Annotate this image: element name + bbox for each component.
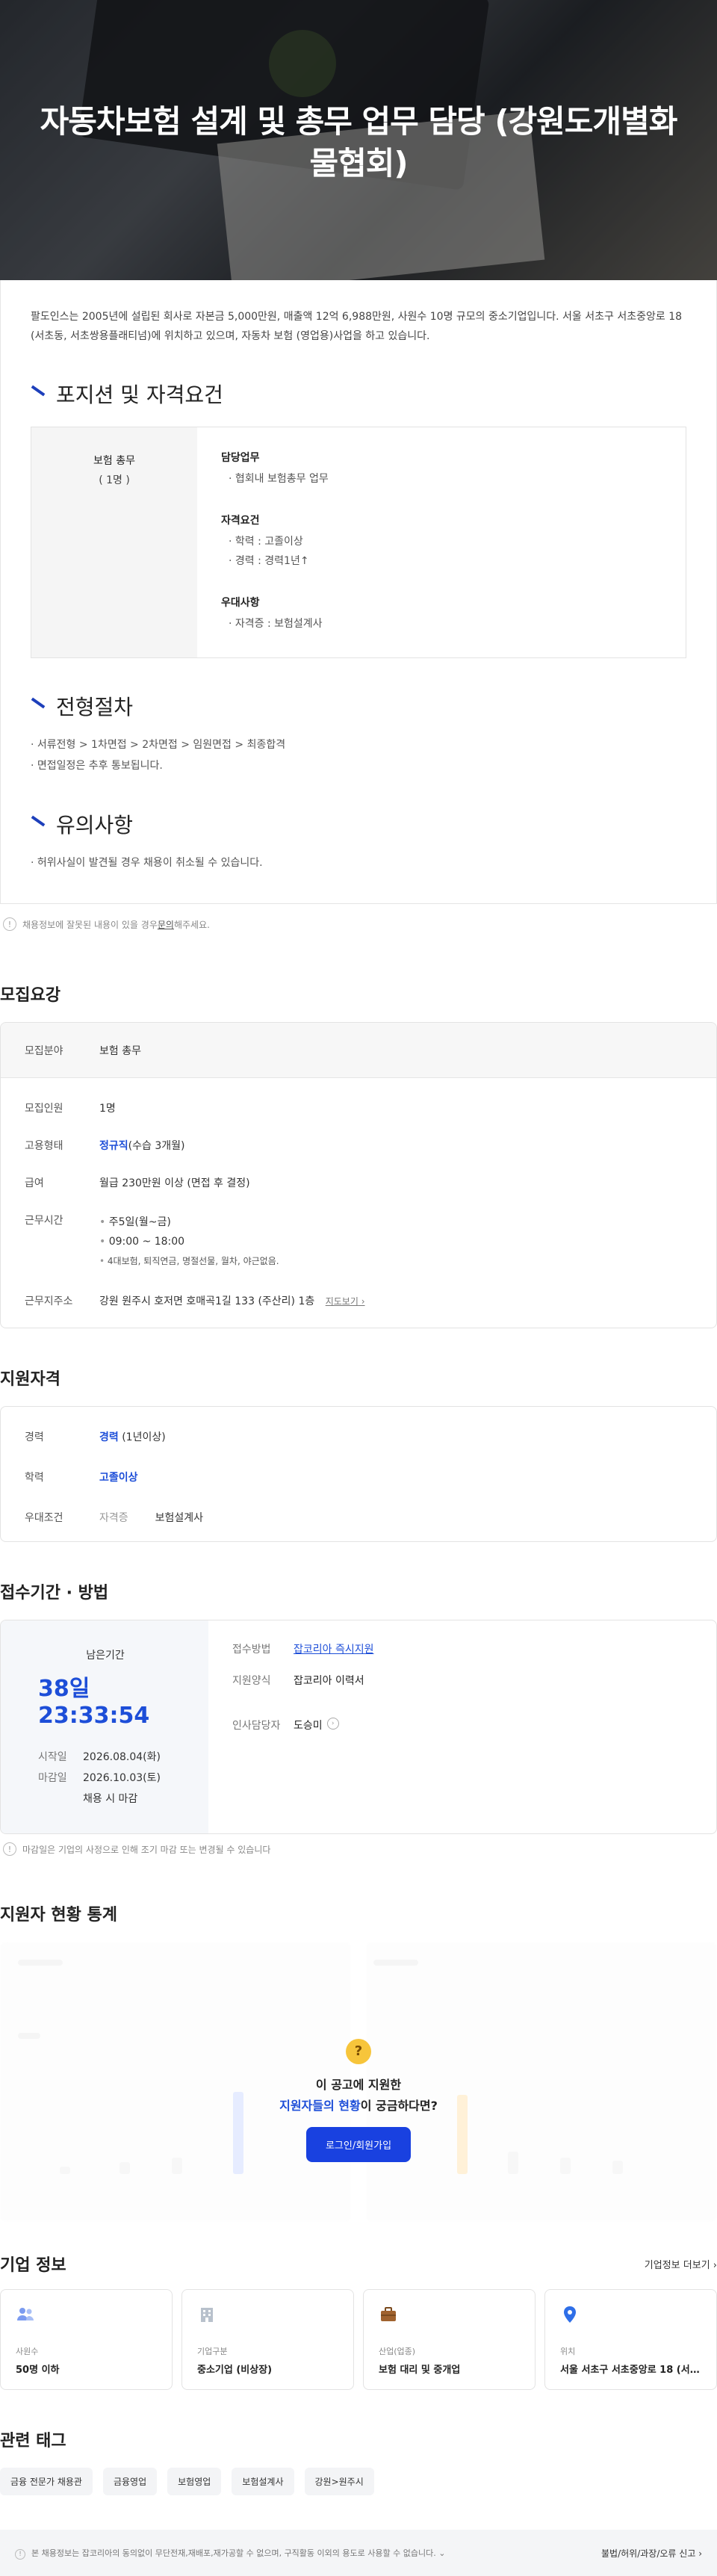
title-mark-icon — [31, 697, 46, 709]
company-cards: 사원수 50명 이하 기업구분 중소기업 (비상장) 산업(업종) 보험 대리 … — [0, 2289, 717, 2390]
list-item: 학력 : 고졸이상 — [221, 532, 662, 551]
list-item: 주5일(월~금) — [99, 1213, 279, 1232]
position-count: ( 1명 ) — [99, 474, 130, 486]
company-more-link[interactable]: 기업정보 더보기 › — [645, 2257, 717, 2271]
briefcase-icon — [381, 2307, 396, 2321]
qualification-title: 지원자격 — [0, 1370, 60, 1389]
people-icon — [17, 2308, 34, 2320]
info-icon: ! — [15, 2548, 25, 2560]
list-item: 면접일정은 추후 통보됩니다. — [31, 755, 686, 776]
employment-type-row: 고용형태 정규직(수습 3개월) — [25, 1140, 185, 1152]
position-table: 보험 총무 ( 1명 ) 담당업무 협회내 보험총무 업무 자격요건 학력 : … — [31, 427, 686, 658]
qualification-box: 경력 경력 (1년이상) 학력 고졸이상 우대조건 자격증 보험설계사 — [0, 1406, 717, 1542]
duty-group: 담당업무 협회내 보험총무 업무 — [221, 450, 662, 489]
countdown: 38일 23:33:54 — [38, 1676, 150, 1729]
info-icon: ! — [3, 1842, 16, 1856]
tag-item[interactable]: 보험설계사 — [232, 2468, 294, 2495]
list-item: 협회내 보험총무 업무 — [221, 469, 662, 489]
job-title: 자동차보험 설계 및 총무 업무 담당 (강원도개별화물협회) — [40, 103, 678, 182]
position-name: 보험 총무 — [93, 455, 135, 467]
period-title: 접수기간 · 방법 — [0, 1584, 109, 1603]
tag-item[interactable]: 금융 전문가 채용관 — [0, 2468, 93, 2495]
position-section-title: 포지션 및 자격요건 — [31, 379, 686, 409]
thinking-face-icon — [346, 2039, 371, 2064]
salary-row: 급여 월급 230만원 이상 (면접 후 결정) — [25, 1177, 250, 1189]
company-card-type: 기업구분 중소기업 (비상장) — [181, 2289, 354, 2390]
headcount-row: 모집인원 1명 — [25, 1103, 116, 1115]
related-tags: 금융 전문가 채용관 금융영업 보험영업 보험설계사 강원>원주시 — [0, 2468, 717, 2495]
notice-section-title: 유의사항 — [31, 809, 686, 839]
tag-item[interactable]: 금융영업 — [102, 2468, 158, 2495]
list-item: 09:00 ~ 18:00 — [99, 1232, 279, 1251]
stats-title: 지원자 현황 통계 — [0, 1906, 117, 1925]
career-row: 경력 경력 (1년이상) — [25, 1431, 166, 1443]
start-date: 2026.08.04(화) — [83, 1751, 161, 1763]
company-title: 기업 정보 — [0, 2256, 66, 2275]
inquiry-link[interactable]: 문의 — [158, 918, 174, 931]
tag-item[interactable]: 보험영업 — [167, 2468, 222, 2495]
report-link[interactable]: 불법/허위/과장/오류 신고 › — [601, 2547, 702, 2560]
recruit-box: 모집분야 보험 총무 모집인원 1명 고용형태 정규직(수습 3개월) 급여 월… — [0, 1022, 717, 1328]
title-mark-icon — [31, 385, 46, 397]
company-intro: 팔도인스는 2005년에 설립된 회사로 자본금 5,000만원, 매출액 12… — [31, 311, 683, 342]
list-item: 경력 : 경력1년↑ — [221, 551, 662, 571]
list-item: 자격증 : 보험설계사 — [221, 614, 662, 634]
instant-apply-link[interactable]: 잡코리아 즉시지원 — [294, 1641, 374, 1656]
tags-title: 관련 태그 — [0, 2432, 66, 2450]
end-date: 2026.10.03(토) — [83, 1772, 161, 1784]
report-note: ! 채용정보에 잘못된 내용이 있을 경우 문의 해주세요. — [0, 904, 717, 944]
process-section-title: 전형절차 — [31, 691, 686, 721]
chevron-right-icon[interactable]: › — [326, 1718, 339, 1730]
company-card-employees: 사원수 50명 이하 — [0, 2289, 173, 2390]
list-item: 서류전형 > 1차면접 > 2차면접 > 임원면접 > 최종합격 — [31, 734, 686, 755]
building-icon — [201, 2308, 213, 2322]
requirement-group: 자격요건 학력 : 고졸이상 경력 : 경력1년↑ — [221, 513, 662, 571]
company-card-location: 위치 서울 서초구 서초중앙로 18 (서초동, 서초쌍용플래티넘) — [544, 2289, 717, 2390]
login-signup-button[interactable]: 로그인/회원가입 — [305, 2127, 412, 2162]
map-link[interactable]: 지도보기 › — [326, 1296, 365, 1307]
chevron-down-icon[interactable]: ⌄ — [438, 2548, 445, 2558]
manager-name: 도승미 — [294, 1720, 323, 1732]
company-card-industry: 산업(업종) 보험 대리 및 중개업 — [363, 2289, 536, 2390]
list-item: 4대보험, 퇴직연금, 명절선물, 월차, 야근없음. — [99, 1251, 279, 1271]
preference-row: 우대조건 자격증 보험설계사 — [25, 1512, 204, 1524]
deadline-note: ! 마감일은 기업의 사정으로 인해 조기 마감 또는 변경될 수 있습니다 — [0, 1834, 717, 1864]
education-row: 학력 고졸이상 — [25, 1472, 138, 1484]
footer-bar: ! 본 채용정보는 잡코리아의 동의없이 무단전재,재배포,재가공할 수 없으며,… — [0, 2530, 717, 2576]
preference-group: 우대사항 자격증 : 보험설계사 — [221, 595, 662, 634]
address-row: 근무지주소 강원 원주시 호저면 호매곡1길 133 (주산리) 1층 지도보기… — [25, 1295, 365, 1307]
recruit-field: 보험 총무 — [99, 1044, 141, 1057]
period-box: 남은기간 38일 23:33:54 시작일 2026.08.04(화) 마감일 20… — [0, 1620, 717, 1834]
location-pin-icon — [564, 2306, 576, 2323]
tag-item[interactable]: 강원>원주시 — [304, 2468, 374, 2495]
recruit-title: 모집요강 — [0, 986, 60, 1005]
info-icon: ! — [3, 917, 16, 931]
title-mark-icon — [31, 815, 46, 827]
hero-banner: 자동차보험 설계 및 총무 업무 담당 (강원도개별화물협회) — [0, 0, 717, 280]
job-detail: 팔도인스는 2005년에 설립된 회사로 자본금 5,000만원, 매출액 12… — [0, 280, 717, 904]
work-hours-row: 근무시간 주5일(월~금) 09:00 ~ 18:00 4대보험, 퇴직연금, … — [1, 1213, 716, 1271]
list-item: 허위사실이 발견될 경우 채용이 취소될 수 있습니다. — [31, 852, 686, 873]
applicant-stats-panel: 이 공고에 지원한 지원자들의 현황이 궁금하다면? 로그인/회원가입 — [0, 1942, 717, 2222]
